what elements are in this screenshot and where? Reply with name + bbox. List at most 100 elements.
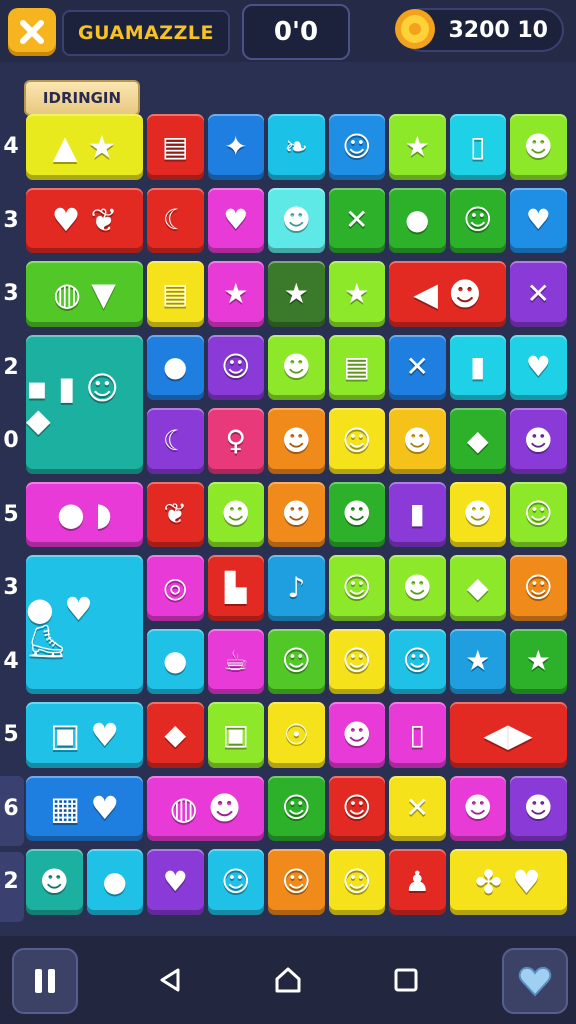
tile-cone-star[interactable]: ▲ ★ <box>26 114 143 180</box>
card-icon: ▤ <box>162 276 189 310</box>
mask-icon: ☺ <box>221 350 251 384</box>
tile-face[interactable]: ☺ <box>328 849 385 915</box>
tile-cat[interactable]: ☻ <box>268 187 325 253</box>
tile-leaf[interactable]: ❦ <box>147 481 204 547</box>
home-button[interactable] <box>268 960 308 1000</box>
tile-face[interactable]: ☺ <box>268 849 325 915</box>
tile-face[interactable]: ☺ <box>389 628 446 694</box>
tile-tomato[interactable]: ● <box>86 849 143 915</box>
leaf-icon: ◆ <box>164 717 187 751</box>
tile-block[interactable]: ▙ <box>207 555 264 621</box>
tile-medal[interactable]: ☉ <box>268 702 325 768</box>
tile-star[interactable]: ★ <box>510 628 567 694</box>
tile-flower-heart[interactable]: ✤ ♥ <box>449 849 567 915</box>
apple-leaf-icon: ♥ ❦ <box>51 201 118 240</box>
tile-card[interactable]: ▤ <box>147 261 204 327</box>
tile-leaf[interactable]: ❧ <box>268 114 325 180</box>
tile-moon[interactable]: ☾ <box>147 187 204 253</box>
tile-face[interactable]: ☺ <box>328 775 385 841</box>
tile-cross[interactable]: ✕ <box>389 334 446 400</box>
tile-apple-leaf[interactable]: ♥ ❦ <box>26 187 143 253</box>
back-button[interactable] <box>150 960 190 1000</box>
tile-box-heart[interactable]: ▣ ♥ <box>26 702 143 768</box>
tile-bear[interactable]: ☻ <box>328 702 385 768</box>
tile-mask[interactable]: ☺ <box>207 334 264 400</box>
tile-apple-drop[interactable]: ● ◗ <box>26 481 143 547</box>
tile-cross[interactable]: ✕ <box>389 775 446 841</box>
favorite-button[interactable] <box>502 948 568 1014</box>
tile-bear[interactable]: ☻ <box>449 775 506 841</box>
tile-moon[interactable]: ☾ <box>147 408 204 474</box>
tile-face[interactable]: ☺ <box>328 408 385 474</box>
tile-key[interactable]: ♀ <box>207 408 264 474</box>
tile-face[interactable]: ☺ <box>207 849 264 915</box>
recents-button[interactable] <box>386 960 426 1000</box>
tile-device[interactable]: ▣ <box>207 702 264 768</box>
tile-face[interactable]: ☺ <box>510 555 567 621</box>
cross-icon: ✕ <box>405 791 429 825</box>
tile-book[interactable]: ▤ <box>147 114 204 180</box>
tile-kite-face[interactable]: ◀ ☻ <box>389 261 506 327</box>
tile-blob[interactable]: ☺ <box>449 187 506 253</box>
tile-face[interactable]: ☺ <box>328 114 385 180</box>
tile-shoe[interactable]: ● ♥ ⛸ <box>26 555 143 694</box>
tile-rocket[interactable]: ♟ <box>389 849 446 915</box>
tile-apple[interactable]: ♥ <box>147 849 204 915</box>
star-icon: ★ <box>344 276 370 310</box>
tile-face[interactable]: ☺ <box>328 628 385 694</box>
tile-face[interactable]: ☺ <box>510 481 567 547</box>
tile-robot-heart[interactable]: ▦ ♥ <box>26 775 143 841</box>
tile-bear[interactable]: ☻ <box>510 408 567 474</box>
tile-bear[interactable]: ☻ <box>268 408 325 474</box>
tile-star[interactable]: ★ <box>449 628 506 694</box>
close-button[interactable] <box>8 8 56 56</box>
tile-coconut[interactable]: ● <box>147 628 204 694</box>
tile-note[interactable]: ♪ <box>268 555 325 621</box>
row-label: 3 <box>3 281 19 306</box>
tile-teapot[interactable]: ☕ <box>207 628 264 694</box>
tile-leaf-face[interactable]: ◍ ☻ <box>147 775 264 841</box>
bear-icon: ☻ <box>281 497 311 531</box>
tile-fruit-group[interactable]: ▪ ▮ ☺ ◆ <box>26 334 143 474</box>
tile-star[interactable]: ★ <box>207 261 264 327</box>
tile-elephant[interactable]: ☻ <box>449 481 506 547</box>
tile-face[interactable]: ☺ <box>328 555 385 621</box>
tile-rocket[interactable]: ✦ <box>207 114 264 180</box>
tile-candy[interactable]: ◀▶ <box>449 702 567 768</box>
tile-leaf[interactable]: ◆ <box>147 702 204 768</box>
tile-star[interactable]: ★ <box>328 261 385 327</box>
tile-apple[interactable]: ● <box>147 334 204 400</box>
tile-face[interactable]: ☺ <box>268 628 325 694</box>
tile-bear[interactable]: ☻ <box>268 481 325 547</box>
tile-heart[interactable]: ♥ <box>510 187 567 253</box>
tile-gem[interactable]: ◆ <box>449 408 506 474</box>
tile-heart[interactable]: ♥ <box>510 334 567 400</box>
star-icon: ★ <box>223 276 249 310</box>
tile-bear[interactable]: ☻ <box>389 408 446 474</box>
tile-bear[interactable]: ☻ <box>510 775 567 841</box>
tile-ball[interactable]: ◍ ▼ <box>26 261 143 327</box>
tile-heart[interactable]: ♥ <box>207 187 264 253</box>
tile-tools[interactable]: ✕ <box>510 261 567 327</box>
tile-cat[interactable]: ☻ <box>328 481 385 547</box>
tile-gem[interactable]: ◆ <box>449 555 506 621</box>
pause-button[interactable] <box>12 948 78 1014</box>
coconut-icon: ● <box>163 644 188 678</box>
tile-cross[interactable]: ✕ <box>328 187 385 253</box>
tile-face[interactable]: ☻ <box>389 555 446 621</box>
tile-star[interactable]: ★ <box>268 261 325 327</box>
tile-face[interactable]: ☺ <box>268 775 325 841</box>
tile-ball[interactable]: ◎ <box>147 555 204 621</box>
tile-cat[interactable]: ☻ <box>26 849 83 915</box>
tile-box[interactable]: ▯ <box>449 114 506 180</box>
tile-stripe[interactable]: ▤ <box>328 334 385 400</box>
tile-jar[interactable]: ▯ <box>389 702 446 768</box>
tile-battery[interactable]: ▮ <box>449 334 506 400</box>
apple-drop-icon: ● ◗ <box>57 495 112 534</box>
tile-face[interactable]: ☻ <box>268 334 325 400</box>
tile-cat[interactable]: ☻ <box>207 481 264 547</box>
tile-tool[interactable]: ▮ <box>389 481 446 547</box>
tile-balloon[interactable]: ● <box>389 187 446 253</box>
tile-monster[interactable]: ☻ <box>510 114 567 180</box>
tile-star[interactable]: ★ <box>389 114 446 180</box>
